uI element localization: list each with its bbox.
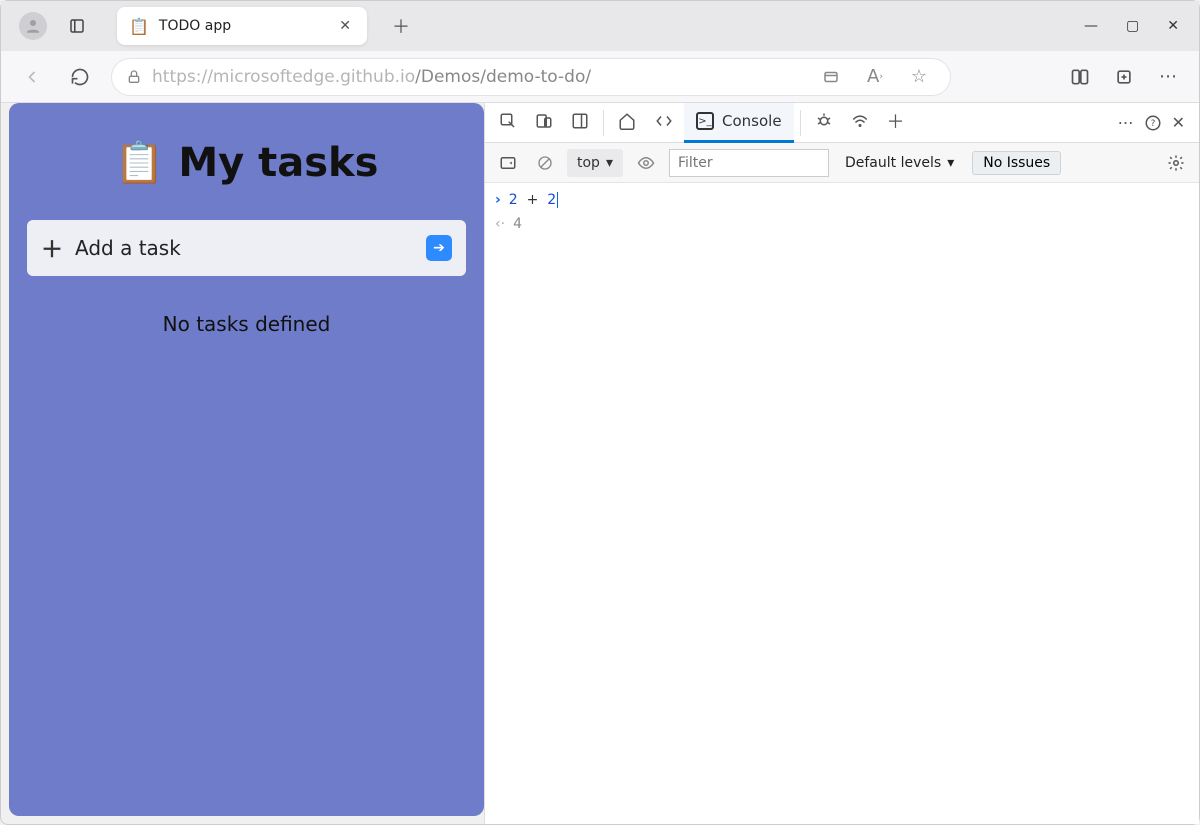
window-controls: — ▢ ✕: [1084, 18, 1191, 34]
browser-titlebar: 📋 TODO app ✕ ＋ — ▢ ✕: [1, 1, 1199, 51]
person-icon: [24, 17, 42, 35]
new-tab-button[interactable]: ＋: [385, 10, 417, 42]
split-screen-button[interactable]: [1063, 60, 1097, 94]
empty-state-text: No tasks defined: [19, 312, 474, 336]
page-heading-text: My tasks: [178, 140, 378, 186]
back-button: [15, 60, 49, 94]
toggle-drawer-button[interactable]: [493, 149, 523, 177]
console-input-text: 2 + 2: [509, 189, 558, 213]
console-output[interactable]: › 2 + 2 ‹· 4: [485, 183, 1199, 824]
device-emulation-button[interactable]: [527, 103, 561, 143]
arrow-left-icon: [22, 67, 42, 87]
favorite-button[interactable]: ☆: [902, 60, 936, 94]
url-host: https://microsoftedge.github.io: [152, 67, 415, 87]
tab-actions-icon: [68, 17, 86, 35]
page-heading: 📋 My tasks: [19, 139, 474, 186]
gear-icon: [1167, 154, 1185, 172]
tab-welcome[interactable]: [610, 103, 644, 143]
address-bar: https://microsoftedge.github.io/Demos/de…: [1, 51, 1199, 103]
chevron-down-icon: ▾: [947, 155, 954, 171]
devtools-more-button[interactable]: ⋯: [1118, 113, 1134, 132]
refresh-icon: [70, 67, 90, 87]
tab-actions-button[interactable]: [63, 12, 91, 40]
url-text: https://microsoftedge.github.io/Demos/de…: [152, 67, 804, 87]
log-levels-selector[interactable]: Default levels ▾: [845, 155, 954, 171]
context-label: top: [577, 155, 600, 171]
elements-icon: [654, 112, 674, 130]
console-toolbar: top ▾ Default levels ▾ No Issues: [485, 143, 1199, 183]
result-icon: ‹·: [495, 213, 505, 237]
console-settings-button[interactable]: [1167, 154, 1191, 172]
lock-icon: [126, 69, 142, 85]
tab-network-conditions[interactable]: [843, 103, 877, 143]
refresh-button[interactable]: [63, 60, 97, 94]
app-available-icon[interactable]: [814, 60, 848, 94]
clear-icon: [537, 155, 553, 171]
dock-side-button[interactable]: [563, 103, 597, 143]
menu-button[interactable]: ⋯: [1151, 60, 1185, 94]
minimize-button[interactable]: —: [1084, 18, 1098, 34]
todo-page: 📋 My tasks ＋ Add a task ➔ No tasks defin…: [9, 103, 484, 816]
collections-button[interactable]: [1107, 60, 1141, 94]
wifi-icon: [851, 112, 869, 130]
content-area: 📋 My tasks ＋ Add a task ➔ No tasks defin…: [1, 103, 1199, 824]
read-aloud-button[interactable]: A›: [858, 60, 892, 94]
tab-elements[interactable]: [646, 103, 682, 143]
split-screen-icon: [1070, 67, 1090, 87]
devtools-tabstrip: >_ Console ＋ ⋯ ? ✕: [485, 103, 1199, 143]
help-icon: ?: [1144, 114, 1162, 132]
collections-icon: [1114, 67, 1134, 87]
tab-issues[interactable]: [807, 103, 841, 143]
inspect-icon: [499, 112, 517, 130]
console-result-line: ‹· 4: [495, 213, 1189, 237]
devtools-panel: >_ Console ＋ ⋯ ? ✕: [484, 103, 1199, 824]
eye-icon: [637, 154, 655, 172]
maximize-button[interactable]: ▢: [1126, 18, 1139, 34]
add-task-input[interactable]: ＋ Add a task ➔: [27, 220, 466, 276]
submit-task-button[interactable]: ➔: [426, 235, 452, 261]
tab-title: TODO app: [159, 18, 335, 34]
devices-icon: [535, 112, 553, 130]
console-result-value: 4: [513, 213, 522, 237]
console-input-line[interactable]: › 2 + 2: [495, 189, 1189, 213]
add-task-placeholder: Add a task: [75, 236, 181, 260]
dock-icon: [571, 112, 589, 130]
devtools-close-button[interactable]: ✕: [1172, 113, 1185, 132]
close-window-button[interactable]: ✕: [1167, 18, 1179, 34]
bug-icon: [815, 112, 833, 130]
log-levels-label: Default levels: [845, 155, 941, 171]
prompt-icon: ›: [495, 189, 501, 213]
profile-avatar[interactable]: [19, 12, 47, 40]
devtools-help-button[interactable]: ?: [1144, 114, 1162, 132]
tab-console-label: Console: [722, 112, 782, 130]
omnibox[interactable]: https://microsoftedge.github.io/Demos/de…: [111, 58, 951, 96]
browser-tab[interactable]: 📋 TODO app ✕: [117, 7, 367, 45]
chevron-down-icon: ▾: [606, 155, 613, 171]
plus-icon: ＋: [41, 232, 63, 264]
home-icon: [618, 112, 636, 130]
url-path: /Demos/demo-to-do/: [415, 67, 591, 87]
tab-console[interactable]: >_ Console: [684, 103, 794, 143]
clipboard-icon: 📋: [129, 17, 149, 36]
context-selector[interactable]: top ▾: [567, 149, 623, 177]
more-tabs-button[interactable]: ＋: [879, 103, 913, 143]
console-filter-input[interactable]: [669, 149, 829, 177]
tab-close-button[interactable]: ✕: [335, 18, 355, 34]
console-icon: >_: [696, 112, 714, 130]
inspect-element-button[interactable]: [491, 103, 525, 143]
separator: [603, 110, 604, 136]
clipboard-icon: 📋: [115, 139, 165, 186]
sidebar-icon: [499, 154, 517, 172]
live-expression-button[interactable]: [631, 149, 661, 177]
svg-text:?: ?: [1150, 119, 1155, 129]
clear-console-button[interactable]: [531, 149, 559, 177]
issues-button[interactable]: No Issues: [972, 151, 1061, 175]
separator: [800, 110, 801, 136]
text-caret: [557, 192, 558, 208]
